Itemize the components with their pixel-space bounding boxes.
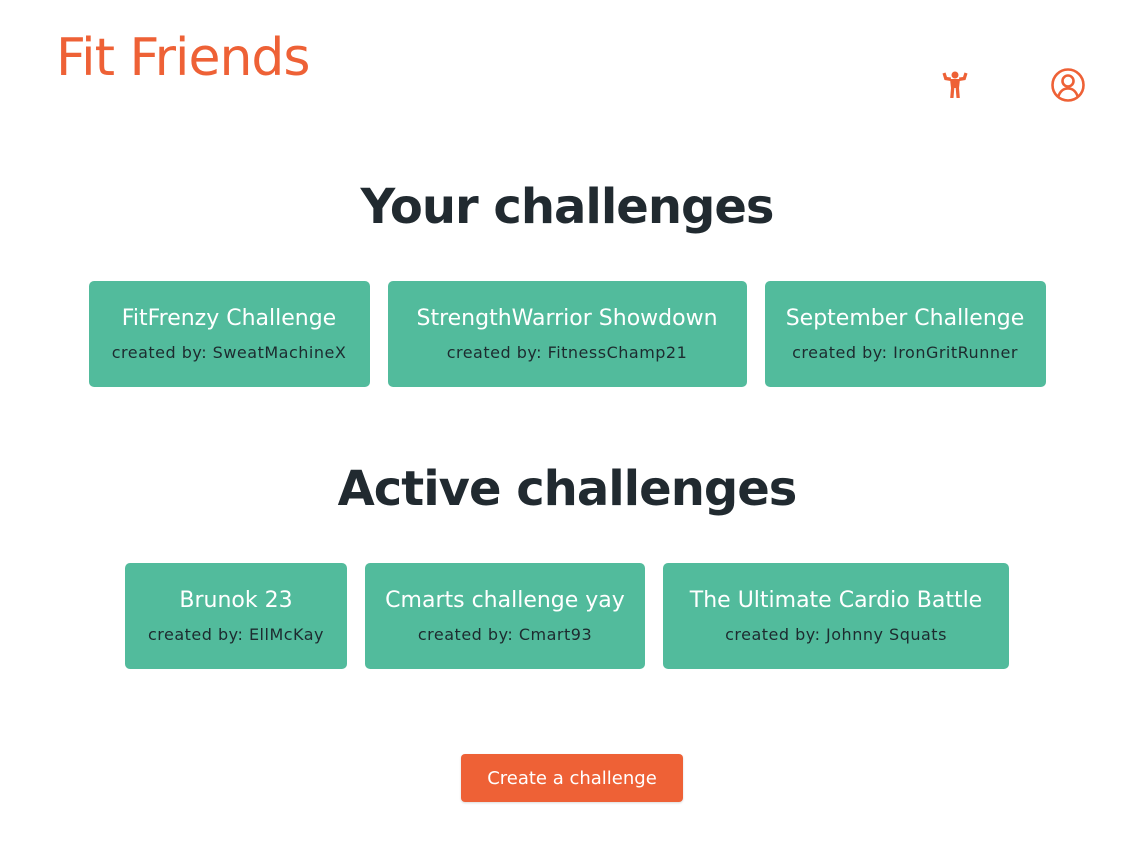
challenge-title: September Challenge [785, 306, 1025, 332]
challenge-title: Brunok 23 [179, 588, 293, 614]
challenge-creator: created by: IronGritRunner [792, 342, 1018, 362]
challenge-card[interactable]: Cmarts challenge yay created by: Cmart93 [365, 563, 645, 669]
challenge-card[interactable]: StrengthWarrior Showdown created by: Fit… [387, 281, 747, 387]
challenge-title: FitFrenzy Challenge [121, 306, 337, 332]
challenge-card[interactable]: The Ultimate Cardio Battle created by: J… [663, 563, 1009, 669]
your-challenges-heading: Your challenges [360, 179, 774, 235]
challenge-card[interactable]: Brunok 23 created by: EllMcKay [125, 563, 347, 669]
challenge-card[interactable]: September Challenge created by: IronGrit… [764, 281, 1046, 387]
challenge-creator: created by: FitnessChamp21 [446, 342, 688, 362]
challenge-title: Cmarts challenge yay [385, 588, 625, 614]
create-challenge-button[interactable]: Create a challenge [461, 754, 683, 802]
challenge-creator: created by: EllMcKay [147, 624, 325, 644]
challenge-title: The Ultimate Cardio Battle [689, 588, 983, 614]
flexing-person-icon[interactable] [936, 66, 974, 104]
challenge-creator: created by: SweatMachineX [111, 342, 347, 362]
your-challenges-list: FitFrenzy Challenge created by: SweatMac… [0, 281, 1134, 387]
active-challenges-list: Brunok 23 created by: EllMcKay Cmarts ch… [0, 563, 1134, 669]
challenge-card[interactable]: FitFrenzy Challenge created by: SweatMac… [88, 281, 370, 387]
active-challenges-heading: Active challenges [337, 461, 798, 517]
challenge-creator: created by: Johnny Squats [725, 624, 947, 644]
app-title: Fit Friends [56, 28, 310, 88]
challenge-creator: created by: Cmart93 [417, 624, 593, 644]
user-circle-icon[interactable] [1049, 66, 1087, 104]
challenge-title: StrengthWarrior Showdown [416, 306, 718, 332]
